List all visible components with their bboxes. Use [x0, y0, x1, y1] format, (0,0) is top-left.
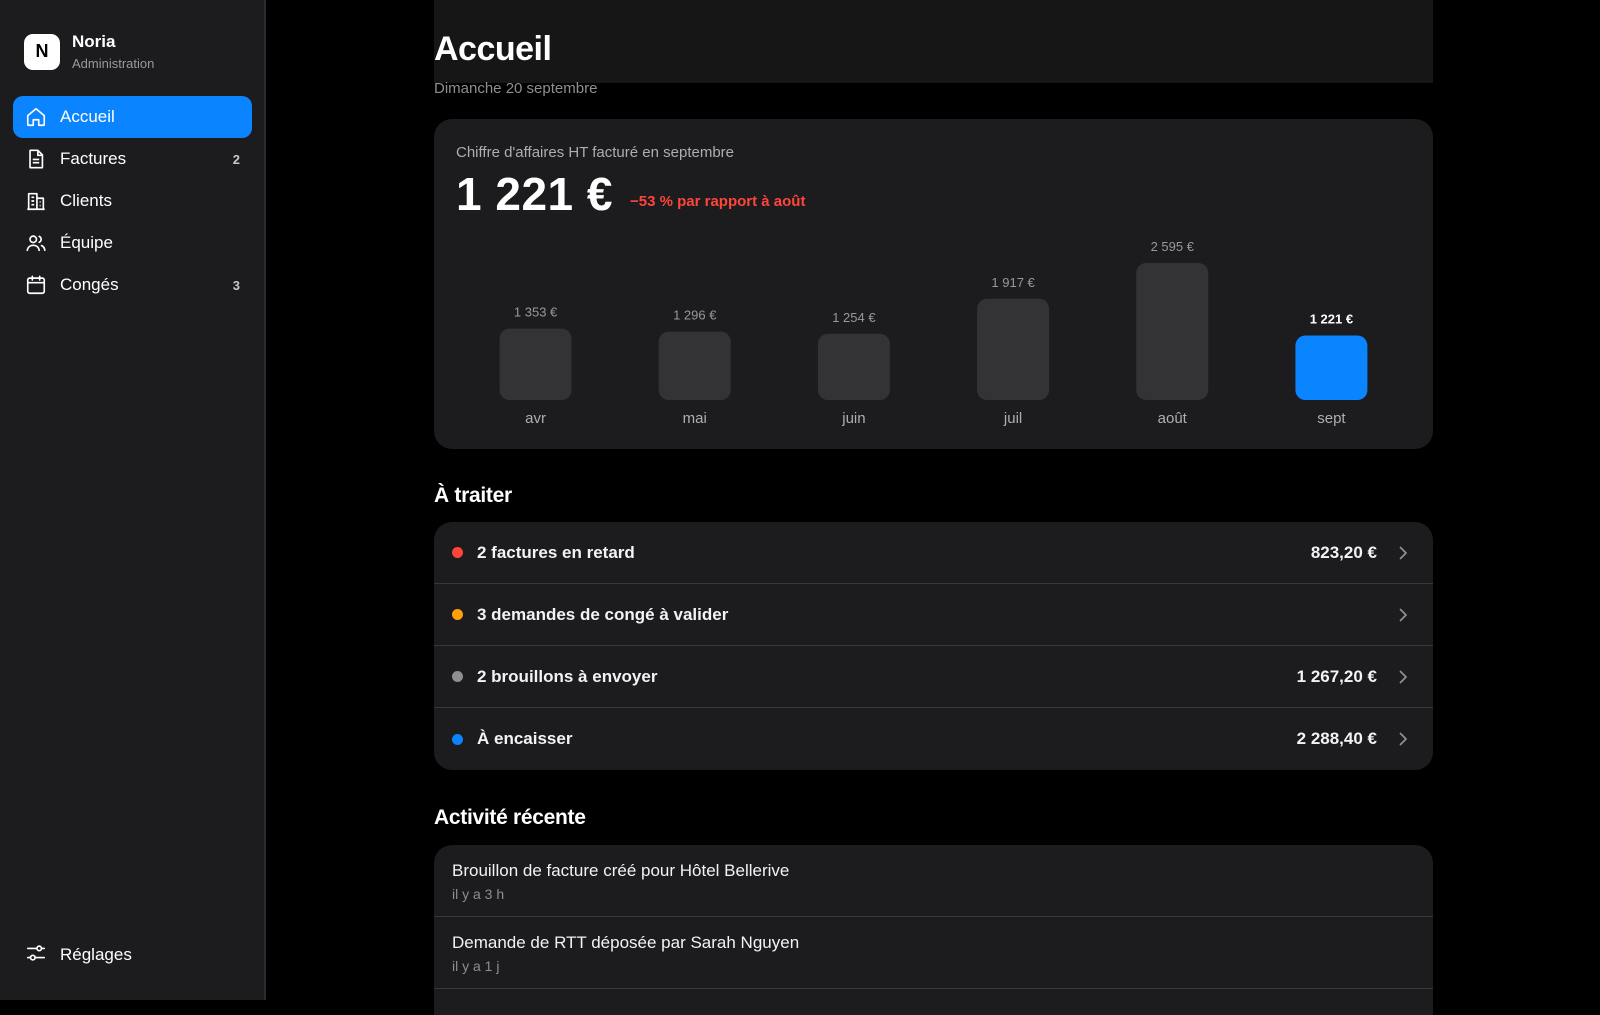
todo-item-conges-valider[interactable]: 3 demandes de congé à valider: [434, 584, 1433, 646]
status-dot: [452, 733, 463, 745]
sidebar: N Noria Administration Accueil Factures …: [0, 0, 266, 1000]
bar-value-label: 1 353 €: [514, 305, 558, 320]
users-icon: [25, 232, 47, 254]
activity-section-title: Activité récente: [434, 806, 586, 829]
bar-value-label: 1 917 €: [991, 275, 1035, 290]
status-dot: [452, 671, 463, 682]
bar-category-label: avr: [525, 410, 546, 427]
todo-amount: 823,20 €: [1310, 542, 1377, 562]
todo-label: 2 factures en retard: [477, 542, 635, 562]
activity-item[interactable]: Demande de RTT déposée par Sarah Nguyen …: [434, 917, 1433, 989]
status-dot: [452, 547, 463, 558]
bar-value-label: 2 595 €: [1151, 239, 1195, 254]
todo-amount: 1 267,20 €: [1296, 666, 1377, 686]
bar-category-label: sept: [1317, 410, 1346, 427]
sliders-icon: [25, 942, 47, 969]
building-icon: [25, 190, 47, 212]
todo-label: À encaisser: [477, 729, 573, 748]
activity-list: Brouillon de facture créé pour Hôtel Bel…: [434, 845, 1433, 1015]
bar-mai: [658, 331, 731, 400]
activity-time: il y a 1 j: [452, 958, 500, 974]
sidebar-item-label: Clients: [60, 191, 112, 210]
sidebar-item-factures[interactable]: Factures 2: [13, 138, 252, 180]
sidebar-item-label: Factures: [60, 149, 127, 168]
chevron-right-icon: [1399, 608, 1407, 621]
chevron-right-icon: [1399, 732, 1407, 746]
brand[interactable]: N Noria Administration: [24, 32, 154, 71]
count-badge: 2: [232, 151, 240, 167]
sidebar-item-label: Accueil: [60, 107, 115, 126]
settings-label: Réglages: [60, 945, 132, 964]
bar-category-label: juil: [1003, 410, 1022, 427]
sidebar-item-reglages[interactable]: Réglages: [13, 934, 252, 976]
document-icon: [25, 148, 47, 170]
brand-name: Noria: [72, 32, 116, 51]
top-bar: [434, 0, 1433, 83]
bar-category-label: août: [1158, 410, 1188, 427]
revenue-card: Chiffre d'affaires HT facturé en septemb…: [434, 119, 1433, 449]
calendar-icon: [25, 274, 47, 296]
bar-aout: [1136, 263, 1209, 400]
revenue-bar-chart: 1 353 € avr 1 296 € mai 1 254 € juin 1 917 € ju…: [499, 239, 1368, 427]
bar-category-label: mai: [683, 410, 707, 427]
bar-sept: [1295, 335, 1368, 400]
brand-logo: N: [24, 33, 60, 70]
bar-value-label: 1 221 €: [1310, 312, 1353, 327]
todo-item-encaisser[interactable]: À encaisser 2 288,40 €: [434, 708, 1433, 770]
status-dot: [452, 609, 463, 620]
chevron-right-icon: [1399, 670, 1407, 683]
bar-juil: [977, 298, 1050, 400]
sidebar-item-clients[interactable]: Clients: [13, 180, 252, 222]
activity-title: Brouillon de facture créé pour Hôtel Bel…: [452, 861, 790, 880]
count-badge: 3: [232, 277, 240, 293]
sidebar-item-equipe[interactable]: Équipe: [13, 222, 252, 264]
activity-title: Demande de RTT déposée par Sarah Nguyen: [452, 933, 800, 952]
bar-value-label: 1 296 €: [673, 308, 717, 323]
sidebar-item-conges[interactable]: Congés 3: [13, 264, 252, 306]
todo-label: 3 demandes de congé à valider: [477, 604, 729, 624]
activity-item[interactable]: Brouillon de facture créé pour Hôtel Bel…: [434, 845, 1433, 917]
todo-section-title: À traiter: [434, 484, 512, 507]
todo-item-factures-retard[interactable]: 2 factures en retard 823,20 €: [434, 522, 1433, 584]
bar-value-label: 1 254 €: [832, 310, 876, 325]
todo-list: 2 factures en retard 823,20 € 3 demandes…: [434, 522, 1433, 770]
home-icon: [25, 106, 47, 128]
todo-label: 2 brouillons à envoyer: [477, 666, 658, 686]
chevron-right-icon: [1399, 546, 1407, 559]
todo-item-brouillons[interactable]: 2 brouillons à envoyer 1 267,20 €: [434, 646, 1433, 708]
bar-category-label: juin: [841, 410, 865, 427]
activity-time: il y a 3 h: [452, 886, 505, 902]
sidebar-item-label: Congés: [60, 275, 119, 294]
todo-amount: 2 288,40 €: [1296, 729, 1377, 748]
page-date: Dimanche 20 septembre: [434, 80, 598, 97]
brand-subtitle: Administration: [72, 56, 155, 71]
page-title: Accueil: [434, 30, 552, 68]
sidebar-nav: Accueil Factures 2 Clients Équipe Congés…: [13, 96, 252, 306]
sidebar-item-label: Équipe: [60, 233, 113, 252]
sidebar-item-accueil[interactable]: Accueil: [13, 96, 252, 138]
bar-juin: [817, 333, 890, 400]
bar-avr: [499, 328, 572, 400]
